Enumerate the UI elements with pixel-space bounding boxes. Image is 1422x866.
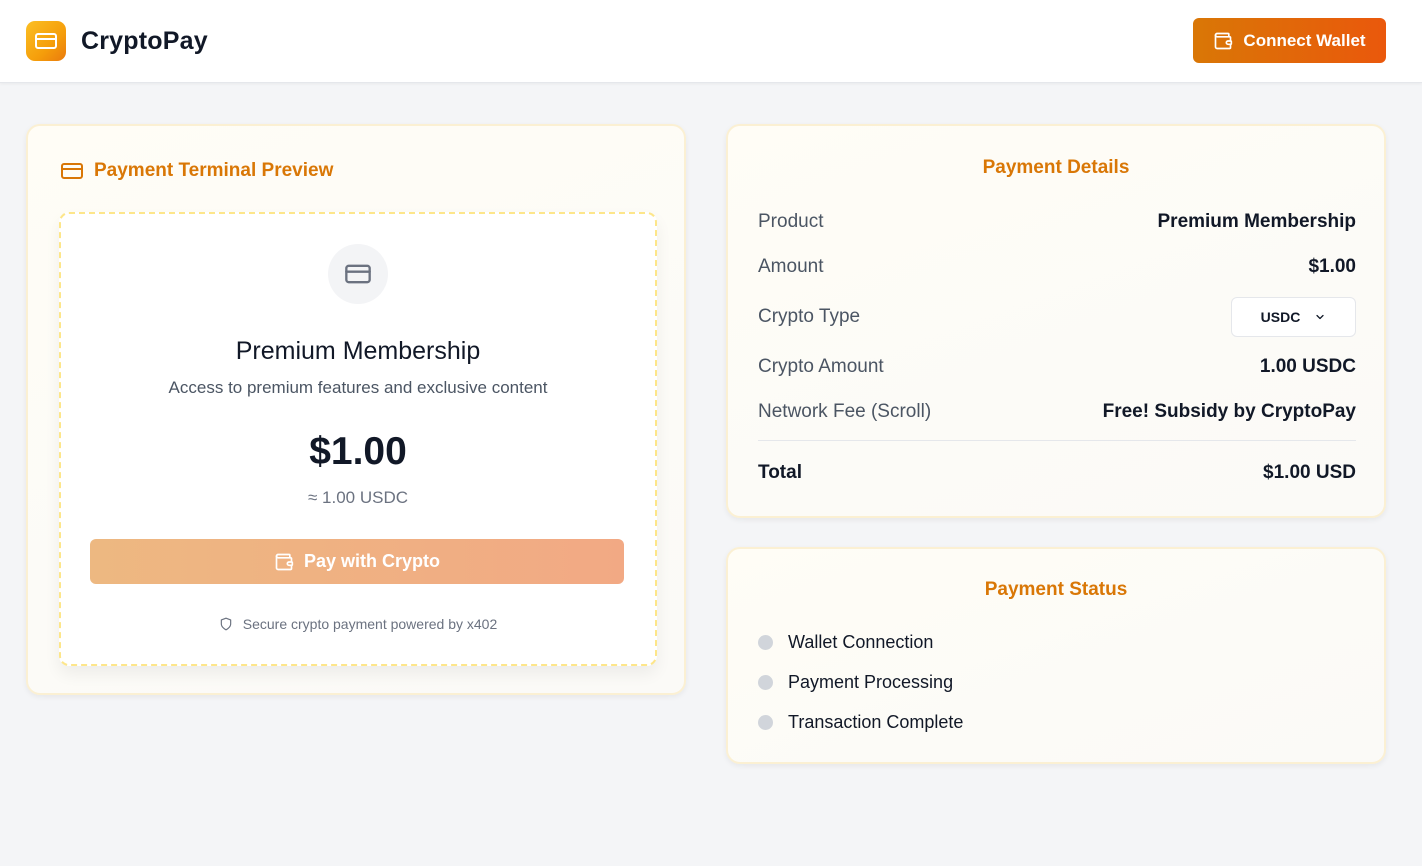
network-fee-label: Network Fee (Scroll) xyxy=(758,401,932,422)
pay-with-crypto-label: Pay with Crypto xyxy=(303,551,441,571)
status-item-transaction-complete: Transaction Complete xyxy=(758,712,963,733)
price: $1.00 xyxy=(309,430,407,473)
connect-wallet-button[interactable]: Connect Wallet xyxy=(1193,18,1386,63)
crypto-type-label: Crypto Type xyxy=(758,306,861,327)
wallet-icon xyxy=(275,553,294,570)
terminal-preview: Premium Membership Access to premium fea… xyxy=(59,212,657,666)
total-label: Total xyxy=(758,462,802,483)
detail-row-product: Product Premium Membership xyxy=(758,207,1356,237)
status-dot xyxy=(758,715,773,730)
product-label: Product xyxy=(758,211,824,232)
card-icon xyxy=(35,33,57,49)
status-label: Wallet Connection xyxy=(788,632,934,652)
payment-details-title: Payment Details xyxy=(982,157,1130,178)
crypto-approx: ≈ 1.00 USDC xyxy=(307,488,409,507)
details-divider xyxy=(758,440,1356,441)
status-dot xyxy=(758,635,773,650)
status-item-payment-processing: Payment Processing xyxy=(758,672,953,693)
payment-status-card: Payment Status Wallet Connection Payment… xyxy=(726,547,1386,764)
product-icon xyxy=(328,244,388,304)
status-item-wallet-connection: Wallet Connection xyxy=(758,632,933,653)
brand-name: CryptoPay xyxy=(81,27,208,55)
top-header: CryptoPay Connect Wallet xyxy=(0,0,1422,83)
crypto-amount-value: 1.00 USDC xyxy=(1259,356,1356,377)
secure-note: Secure crypto payment powered by x402 xyxy=(61,616,655,632)
connect-wallet-label: Connect Wallet xyxy=(1243,30,1366,50)
pay-with-crypto-button[interactable]: Pay with Crypto xyxy=(90,539,624,584)
chevron-down-icon xyxy=(1316,314,1324,320)
crypto-type-value: USDC xyxy=(1260,309,1301,325)
detail-row-amount: Amount $1.00 xyxy=(758,252,1356,282)
payment-status-title: Payment Status xyxy=(984,579,1128,600)
detail-row-crypto-amount: Crypto Amount 1.00 USDC xyxy=(758,352,1356,382)
crypto-amount-label: Crypto Amount xyxy=(758,356,884,377)
terminal-title-text: Payment Terminal Preview xyxy=(94,160,334,181)
product-description: Access to premium features and exclusive… xyxy=(168,378,548,397)
card-icon xyxy=(345,264,371,284)
amount-label: Amount xyxy=(758,256,824,277)
shield-icon xyxy=(220,617,231,631)
payment-terminal-card: Payment Terminal Preview Premium Members… xyxy=(26,124,686,695)
detail-row-total: Total $1.00 USD xyxy=(758,458,1356,488)
detail-row-crypto-type: Crypto Type USDC xyxy=(758,297,1356,337)
crypto-type-select[interactable]: USDC xyxy=(1231,297,1356,337)
status-label: Transaction Complete xyxy=(788,712,964,732)
network-fee-value: Free! Subsidy by CryptoPay xyxy=(1102,401,1356,422)
wallet-icon xyxy=(1215,32,1233,49)
payment-details-card: Payment Details Product Premium Membersh… xyxy=(726,124,1386,518)
card-icon xyxy=(61,163,83,179)
total-value: $1.00 USD xyxy=(1263,462,1356,483)
detail-row-network-fee: Network Fee (Scroll) Free! Subsidy by Cr… xyxy=(758,397,1356,427)
product-value: Premium Membership xyxy=(1157,211,1357,232)
status-dot xyxy=(758,675,773,690)
amount-value: $1.00 xyxy=(1308,256,1356,277)
status-label: Payment Processing xyxy=(788,672,954,692)
terminal-title: Payment Terminal Preview xyxy=(60,159,333,183)
secure-note-text: Secure crypto payment powered by x402 xyxy=(242,616,498,632)
app-logo xyxy=(26,21,66,61)
product-name: Premium Membership xyxy=(235,337,481,365)
